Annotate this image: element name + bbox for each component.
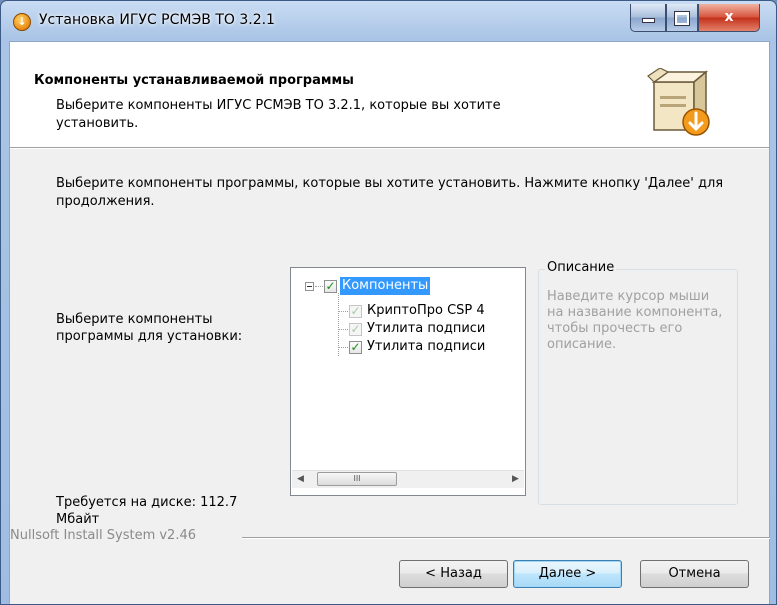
tree-root-label: Компоненты (340, 277, 431, 295)
dialog-client-area: Компоненты устанавливаемой программы Выб… (9, 41, 770, 604)
next-button[interactable]: Далее > (513, 560, 622, 588)
maximize-button[interactable] (666, 4, 698, 32)
tree-item-checkbox[interactable]: ✓ (349, 341, 362, 354)
title-bar[interactable]: ↓ Установка ИГУС РСМЭВ ТО 3.2.1 x (1, 1, 776, 41)
tree-item-checkbox: ✓ (349, 322, 362, 336)
window-title: Установка ИГУС РСМЭВ ТО 3.2.1 (39, 12, 275, 28)
back-button[interactable]: < Назад (399, 560, 508, 588)
tree-connector (338, 311, 348, 312)
footer-divider (242, 537, 770, 539)
page-subtitle: Выберите компоненты ИГУС РСМЭВ ТО 3.2.1,… (56, 98, 501, 131)
minimize-button[interactable] (630, 4, 666, 32)
package-box-icon (647, 68, 710, 136)
description-legend: Описание (545, 260, 617, 275)
scroll-left-icon[interactable]: ◀ (292, 471, 309, 488)
tree-root-checkbox[interactable]: ✓ (324, 280, 337, 293)
horizontal-scrollbar[interactable]: ◀ III ▶ (292, 470, 524, 488)
maximize-icon (675, 12, 689, 25)
cancel-button[interactable]: Отмена (640, 560, 749, 588)
nsis-branding: Nullsoft Install System v2.46 (10, 528, 197, 543)
components-tree[interactable]: ✓ Компоненты ✓ КриптоПро CSP 4 ✓ Утилита… (290, 267, 526, 496)
scrollbar-thumb[interactable]: III (317, 472, 397, 486)
tree-connector (315, 286, 323, 287)
page-title: Компоненты устанавливаемой программы (34, 73, 354, 88)
collapse-icon[interactable] (305, 282, 314, 291)
select-components-label: Выберите компоненты программы для устано… (56, 312, 243, 344)
installer-icon: ↓ (13, 13, 31, 31)
description-text: Наведите курсор мыши на название компоне… (547, 289, 723, 352)
close-icon: x (724, 9, 734, 25)
tree-item-label: Утилита подписи (367, 321, 486, 336)
installer-window: ↓ Установка ИГУС РСМЭВ ТО 3.2.1 x Компон… (0, 0, 777, 605)
disk-space-label: Требуется на диске: 112.7 Мбайт (56, 495, 238, 527)
minimize-icon (641, 18, 655, 23)
page-header: Компоненты устанавливаемой программы Выб… (10, 42, 769, 148)
tree-connector (338, 329, 348, 330)
tree-item-label: Утилита подписи (367, 339, 486, 354)
close-button[interactable]: x (698, 4, 760, 32)
intro-text: Выберите компоненты программы, которые в… (56, 176, 724, 209)
tree-item-checkbox: ✓ (349, 304, 362, 318)
scroll-right-icon[interactable]: ▶ (507, 471, 524, 488)
tree-item-label: КриптоПро CSP 4 (367, 303, 485, 318)
tree-connector (338, 347, 348, 348)
